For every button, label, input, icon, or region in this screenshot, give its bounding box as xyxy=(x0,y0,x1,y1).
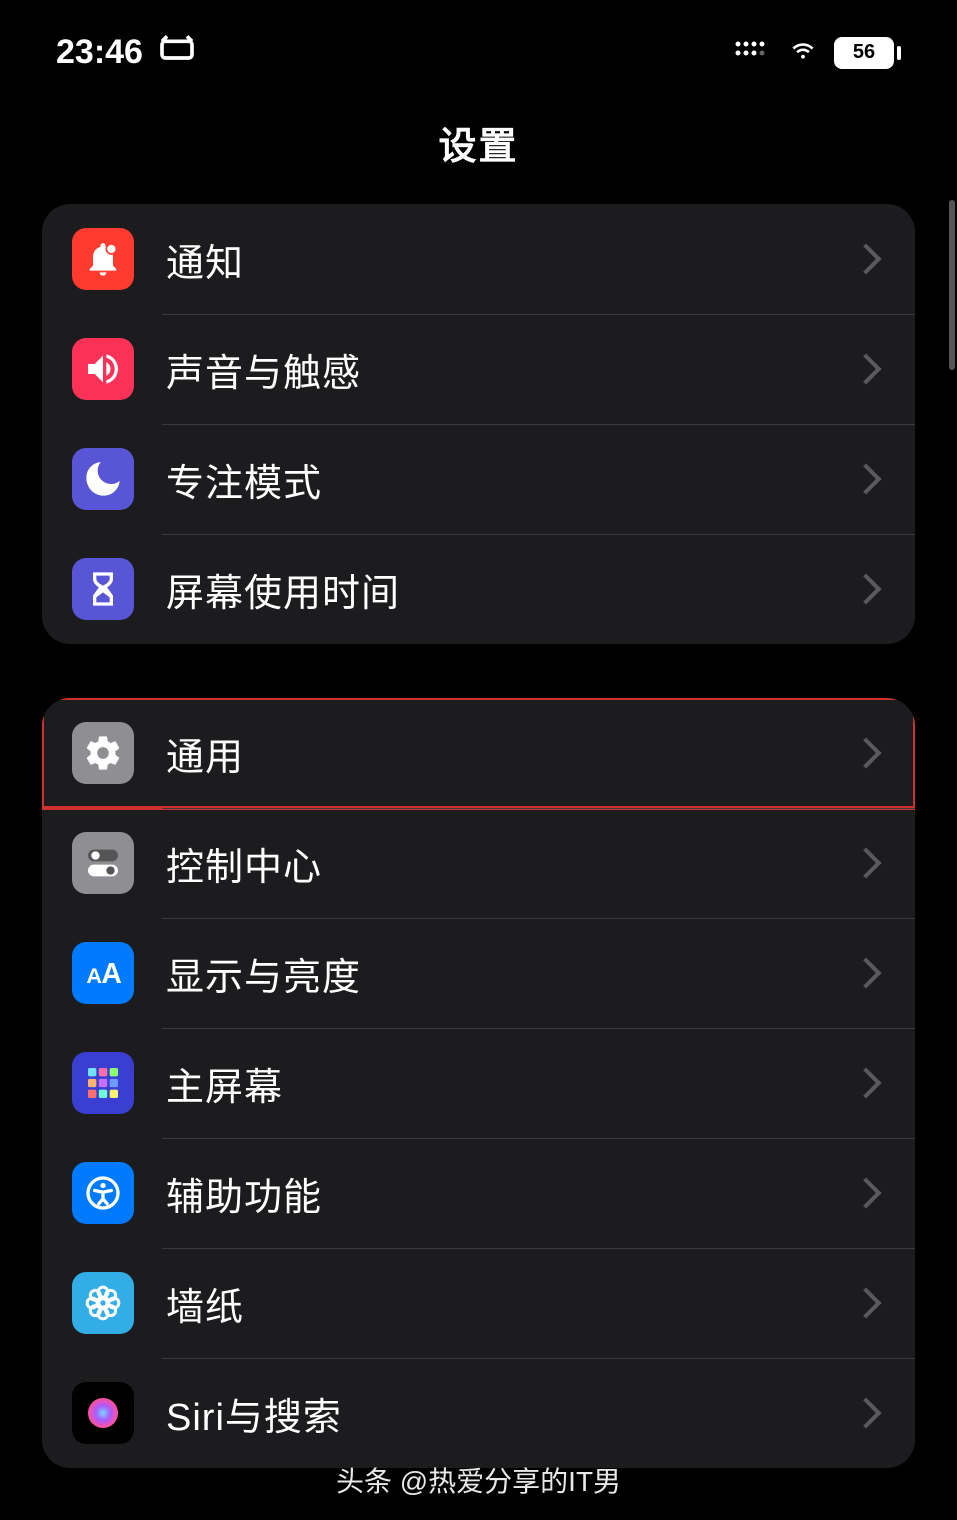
chevron-right-icon xyxy=(850,353,881,384)
chevron-right-icon xyxy=(850,1397,881,1428)
row-sounds[interactable]: 声音与触感 xyxy=(42,314,915,424)
row-label: 通用 xyxy=(166,726,855,781)
app-grid-icon xyxy=(72,1052,134,1114)
page-title: 设置 xyxy=(0,115,957,170)
attribution-prefix: 头条 xyxy=(336,1466,392,1497)
chevron-right-icon xyxy=(850,463,881,494)
toggles-icon xyxy=(72,832,134,894)
attribution-watermark: 头条 @热爱分享的IT男 xyxy=(0,1460,957,1500)
status-bar: 23:46 56 xyxy=(0,0,957,87)
attribution-handle: @热爱分享的IT男 xyxy=(400,1466,621,1497)
status-left: 23:46 xyxy=(56,28,197,77)
accessibility-icon xyxy=(72,1162,134,1224)
row-focus[interactable]: 专注模式 xyxy=(42,424,915,534)
battery-indicator: 56 xyxy=(834,37,901,69)
svg-text:A: A xyxy=(86,963,102,988)
row-control-center[interactable]: 控制中心 xyxy=(42,808,915,918)
text-size-icon: AA xyxy=(72,942,134,1004)
status-time: 23:46 xyxy=(56,33,143,72)
row-label: 声音与触感 xyxy=(166,342,855,397)
battery-percent: 56 xyxy=(836,39,892,67)
chevron-right-icon xyxy=(850,1067,881,1098)
row-siri[interactable]: Siri与搜索 xyxy=(42,1358,915,1468)
row-wallpaper[interactable]: 墙纸 xyxy=(42,1248,915,1358)
row-label: 专注模式 xyxy=(166,452,855,507)
row-accessibility[interactable]: 辅助功能 xyxy=(42,1138,915,1248)
row-general[interactable]: 通用 xyxy=(42,698,915,808)
moon-icon xyxy=(72,448,134,510)
chevron-right-icon xyxy=(850,737,881,768)
scrollbar[interactable] xyxy=(949,200,955,370)
row-label: 辅助功能 xyxy=(166,1166,855,1221)
chevron-right-icon xyxy=(850,957,881,988)
chevron-right-icon xyxy=(850,573,881,604)
chevron-right-icon xyxy=(850,1177,881,1208)
row-label: 显示与亮度 xyxy=(166,946,855,1001)
status-right: 56 xyxy=(734,33,901,72)
row-notifications[interactable]: 通知 xyxy=(42,204,915,314)
row-label: 控制中心 xyxy=(166,836,855,891)
row-label: 通知 xyxy=(166,232,855,287)
gear-icon xyxy=(72,722,134,784)
chevron-right-icon xyxy=(850,243,881,274)
bell-icon xyxy=(72,228,134,290)
chevron-right-icon xyxy=(850,847,881,878)
row-screen-time[interactable]: 屏幕使用时间 xyxy=(42,534,915,644)
row-label: 屏幕使用时间 xyxy=(166,562,855,617)
siri-icon xyxy=(72,1382,134,1444)
cellular-icon xyxy=(734,33,772,72)
row-label: Siri与搜索 xyxy=(166,1386,855,1441)
wifi-icon xyxy=(786,33,820,72)
sleep-mode-icon xyxy=(157,28,197,77)
svg-text:A: A xyxy=(101,958,121,990)
settings-group-2: 通用 控制中心 AA 显示与亮度 主屏幕 辅助功能 墙纸 xyxy=(42,698,915,1468)
row-label: 墙纸 xyxy=(166,1276,855,1331)
chevron-right-icon xyxy=(850,1287,881,1318)
row-label: 主屏幕 xyxy=(166,1056,855,1111)
settings-group-1: 通知 声音与触感 专注模式 屏幕使用时间 xyxy=(42,204,915,644)
flower-icon xyxy=(72,1272,134,1334)
hourglass-icon xyxy=(72,558,134,620)
speaker-icon xyxy=(72,338,134,400)
row-display[interactable]: AA 显示与亮度 xyxy=(42,918,915,1028)
row-home-screen[interactable]: 主屏幕 xyxy=(42,1028,915,1138)
